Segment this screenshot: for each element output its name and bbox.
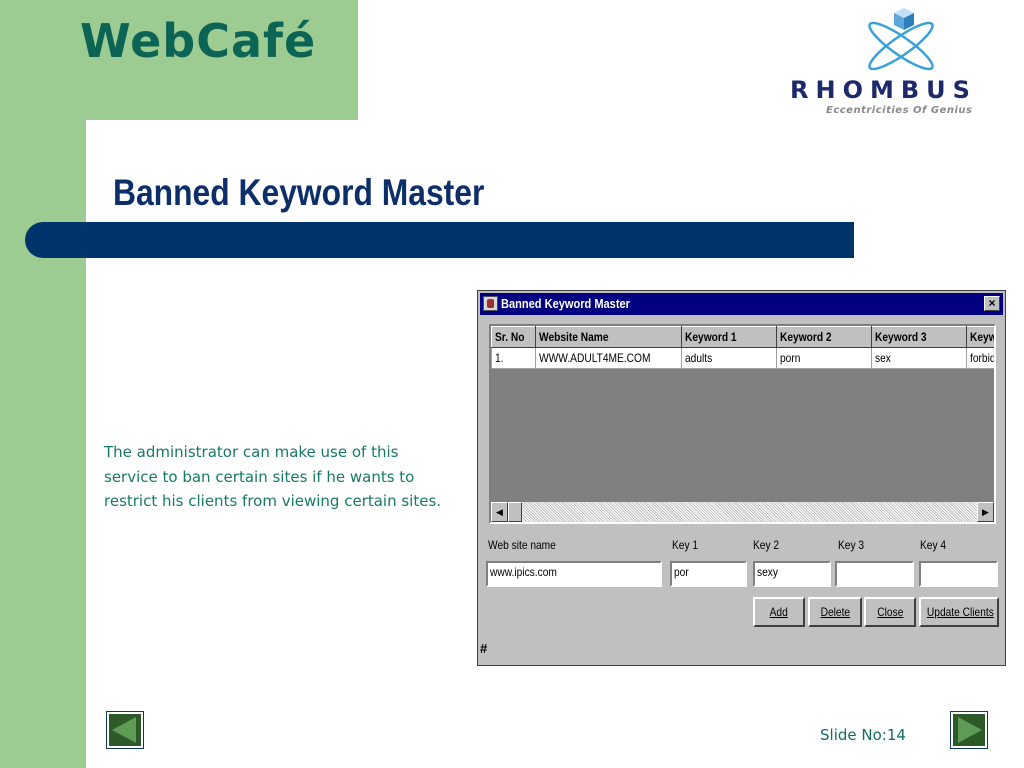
title-underline-bar: [25, 222, 854, 258]
update-clients-button[interactable]: Update Clients: [919, 597, 999, 627]
brand-title: WebCafé: [80, 14, 317, 68]
table-cell[interactable]: porn: [776, 347, 872, 369]
website-input[interactable]: www.ipics.com: [486, 561, 662, 587]
key1-input[interactable]: por: [670, 561, 747, 587]
rhombus-cube-icon: [868, 8, 934, 71]
logo-wordmark: RHOMBUS: [790, 76, 977, 104]
table-header-row: Sr. No Website Name Keyword 1 Keyword 2 …: [491, 326, 994, 348]
table-cell[interactable]: WWW.ADULT4ME.COM: [535, 347, 682, 369]
window-titlebar[interactable]: Banned Keyword Master ×: [480, 293, 1003, 315]
table-cell[interactable]: adults: [681, 347, 777, 369]
key3-input[interactable]: [835, 561, 914, 587]
rhombus-logo: RHOMBUS Eccentricities Of Genius: [786, 4, 1022, 120]
scroll-left-icon[interactable]: ◀: [491, 502, 508, 522]
triangle-right-icon: [958, 717, 982, 743]
column-header[interactable]: Keyword 1: [681, 326, 777, 348]
scroll-right-icon[interactable]: ▶: [977, 502, 994, 522]
close-button[interactable]: Close: [864, 597, 916, 627]
key2-input[interactable]: sexy: [753, 561, 831, 587]
scroll-thumb[interactable]: [508, 502, 522, 522]
close-icon[interactable]: ×: [984, 296, 1000, 311]
key3-label: Key 3: [838, 538, 865, 552]
column-header[interactable]: Keyword 2: [776, 326, 872, 348]
add-button[interactable]: Add: [753, 597, 805, 627]
column-header[interactable]: Website Name: [535, 326, 682, 348]
table-cell[interactable]: 1.: [491, 347, 536, 369]
key4-input[interactable]: [919, 561, 998, 587]
slide-number: Slide No:14: [820, 726, 906, 744]
page-title: Banned Keyword Master: [113, 172, 485, 213]
key1-label: Key 1: [672, 538, 699, 552]
status-text: #: [480, 641, 488, 656]
table-cell[interactable]: forbid: [966, 347, 994, 369]
prev-slide-button[interactable]: [106, 711, 144, 749]
description-text: The administrator can make use of this s…: [104, 443, 442, 510]
app-icon[interactable]: [483, 296, 498, 311]
website-label: Web site name: [488, 538, 556, 552]
banned-keyword-window: Banned Keyword Master × Sr. No Website N…: [477, 290, 1006, 666]
logo-tagline: Eccentricities Of Genius: [826, 105, 973, 116]
column-header[interactable]: Keyword 3: [871, 326, 967, 348]
window-title: Banned Keyword Master: [501, 296, 630, 311]
table-cell[interactable]: sex: [871, 347, 967, 369]
column-header[interactable]: Keyw: [966, 326, 994, 348]
triangle-left-icon: [112, 717, 136, 743]
horizontal-scrollbar[interactable]: ◀ ▶: [491, 502, 994, 522]
key2-label: Key 2: [753, 538, 780, 552]
next-slide-button[interactable]: [950, 711, 988, 749]
keyword-table: Sr. No Website Name Keyword 1 Keyword 2 …: [489, 324, 996, 524]
table-row[interactable]: 1. WWW.ADULT4ME.COM adults porn sex forb…: [491, 347, 994, 369]
delete-button[interactable]: Delete: [808, 597, 862, 627]
column-header[interactable]: Sr. No: [491, 326, 536, 348]
key4-label: Key 4: [920, 538, 947, 552]
